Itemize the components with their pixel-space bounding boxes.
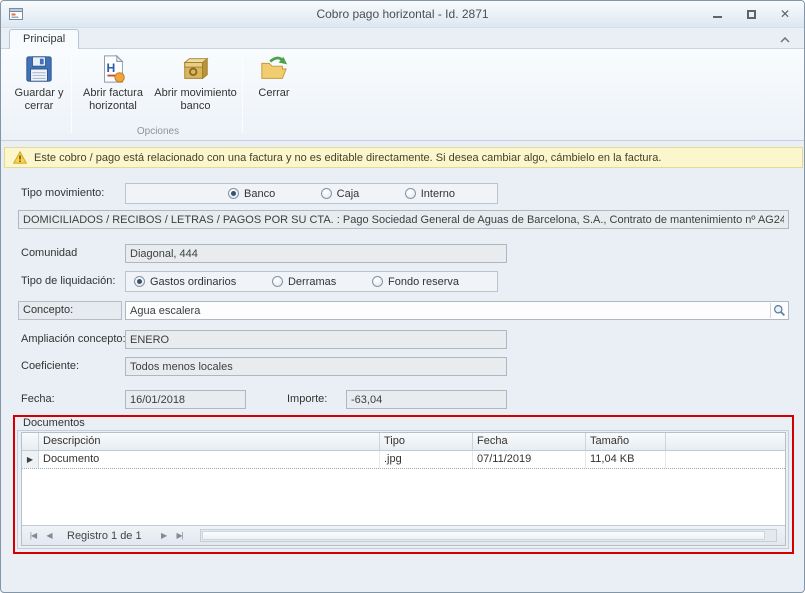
radio-banco[interactable]: Banco	[228, 188, 275, 200]
next-record-button[interactable]: ▶	[156, 531, 172, 540]
cell-fecha: 07/11/2019	[473, 451, 586, 468]
tipo-liquidacion-group: Gastos ordinarios Derramas Fondo reserva	[125, 271, 498, 292]
warning-bar: Este cobro / pago está relacionado con u…	[4, 147, 803, 168]
search-icon	[773, 304, 786, 317]
radio-icon	[228, 188, 239, 199]
radio-interno[interactable]: Interno	[405, 188, 455, 200]
ribbon: Guardar y cerrar H Abrir factura horizon…	[1, 48, 804, 141]
ribbon-collapse-button[interactable]	[778, 34, 792, 46]
close-folder-icon	[247, 53, 301, 85]
radio-caja[interactable]: Caja	[321, 188, 360, 200]
fecha-label: Fecha:	[21, 390, 55, 409]
radio-caja-label: Caja	[337, 188, 360, 200]
close-icon: ✕	[780, 8, 790, 20]
first-record-button[interactable]: |◀	[25, 531, 41, 540]
radio-icon	[372, 276, 383, 287]
abrir-factura-button[interactable]: H Abrir factura horizontal	[77, 53, 149, 113]
grid-header: Descripción Tipo Fecha Tamaño	[22, 433, 785, 451]
invoice-document-icon: H	[77, 53, 149, 85]
cell-tamano: 11,04 KB	[586, 451, 666, 468]
horizontal-scrollbar[interactable]	[200, 529, 777, 542]
row-indicator-icon: ▶	[27, 455, 33, 464]
ribbon-separator	[242, 53, 243, 133]
importe-label: Importe:	[287, 390, 327, 409]
warning-text: Este cobro / pago está relacionado con u…	[34, 152, 661, 164]
abrir-factura-label: Abrir factura horizontal	[77, 87, 149, 113]
radio-fondo-reserva[interactable]: Fondo reserva	[372, 276, 459, 288]
radio-derramas-label: Derramas	[288, 276, 336, 288]
close-button[interactable]: ✕	[776, 6, 794, 22]
concepto-label: Concepto:	[18, 301, 122, 320]
documentos-grid: Descripción Tipo Fecha Tamaño ▶ Document…	[21, 432, 786, 546]
cell-filler	[666, 451, 785, 468]
title-bar: Cobro pago horizontal - Id. 2871 ✕	[1, 1, 804, 28]
radio-icon	[321, 188, 332, 199]
row-indicator-cell: ▶	[22, 451, 39, 468]
guardar-y-cerrar-button[interactable]: Guardar y cerrar	[9, 53, 69, 113]
scrollbar-thumb[interactable]	[202, 531, 766, 540]
radio-interno-label: Interno	[421, 188, 455, 200]
radio-fondo-label: Fondo reserva	[388, 276, 459, 288]
cell-tipo: .jpg	[380, 451, 473, 468]
prev-record-button[interactable]: ◀	[41, 531, 57, 540]
abrir-movimiento-button[interactable]: Abrir movimiento banco	[151, 53, 240, 113]
documentos-group-title: Documentos	[23, 417, 85, 429]
record-navigator: |◀ ◀ Registro 1 de 1 ▶ ▶|	[22, 525, 785, 545]
abrir-movimiento-label: Abrir movimiento banco	[151, 87, 240, 113]
column-header-tamano[interactable]: Tamaño	[586, 433, 666, 450]
table-row[interactable]: ▶ Documento .jpg 07/11/2019 11,04 KB	[22, 451, 785, 469]
radio-gastos-label: Gastos ordinarios	[150, 276, 236, 288]
tipo-liquidacion-label: Tipo de liquidación:	[21, 272, 115, 291]
tab-principal[interactable]: Principal	[9, 29, 79, 49]
ampliacion-concepto-label: Ampliación concepto:	[21, 330, 126, 349]
fecha-field[interactable]	[125, 390, 246, 409]
grid-indicator-header	[22, 433, 39, 450]
comunidad-field[interactable]	[125, 244, 507, 263]
lookup-button[interactable]	[770, 303, 787, 318]
concepto-field-wrap	[125, 301, 789, 320]
column-header-tipo[interactable]: Tipo	[380, 433, 473, 450]
ribbon-separator	[71, 53, 72, 133]
importe-field[interactable]	[346, 390, 507, 409]
radio-banco-label: Banco	[244, 188, 275, 200]
tipo-movimiento-group: Banco Caja Interno	[125, 183, 498, 204]
bank-box-icon	[151, 53, 240, 85]
svg-text:H: H	[106, 61, 115, 75]
ribbon-group-label: Opciones	[75, 126, 241, 137]
concepto-field[interactable]	[125, 301, 789, 320]
ampliacion-concepto-field[interactable]	[125, 330, 507, 349]
cell-descripcion: Documento	[39, 451, 380, 468]
column-header-descripcion[interactable]: Descripción	[39, 433, 380, 450]
radio-icon	[405, 188, 416, 199]
guardar-y-cerrar-label: Guardar y cerrar	[9, 87, 69, 113]
radio-icon	[272, 276, 283, 287]
comunidad-label: Comunidad	[21, 244, 77, 263]
window-title: Cobro pago horizontal - Id. 2871	[1, 7, 804, 21]
record-count-text: Registro 1 de 1	[67, 530, 142, 542]
window-icon	[8, 6, 24, 22]
maximize-button[interactable]	[742, 6, 760, 22]
movimiento-texto-field[interactable]	[18, 210, 789, 229]
tipo-movimiento-label: Tipo movimiento:	[21, 184, 104, 203]
cerrar-label: Cerrar	[247, 87, 301, 100]
radio-gastos-ordinarios[interactable]: Gastos ordinarios	[134, 276, 236, 288]
radio-derramas[interactable]: Derramas	[272, 276, 336, 288]
grid-header-filler	[666, 433, 785, 450]
column-header-fecha[interactable]: Fecha	[473, 433, 586, 450]
save-icon	[9, 53, 69, 85]
minimize-icon	[713, 11, 722, 18]
coeficiente-field[interactable]	[125, 357, 507, 376]
minimize-button[interactable]	[708, 6, 726, 22]
maximize-icon	[747, 10, 756, 19]
last-record-button[interactable]: ▶|	[172, 531, 188, 540]
dialog-window: Cobro pago horizontal - Id. 2871 ✕ Princ…	[0, 0, 805, 593]
warning-icon	[13, 151, 27, 164]
radio-icon	[134, 276, 145, 287]
cerrar-button[interactable]: Cerrar	[247, 53, 301, 100]
chevron-up-icon	[780, 37, 790, 43]
coeficiente-label: Coeficiente:	[21, 357, 79, 376]
